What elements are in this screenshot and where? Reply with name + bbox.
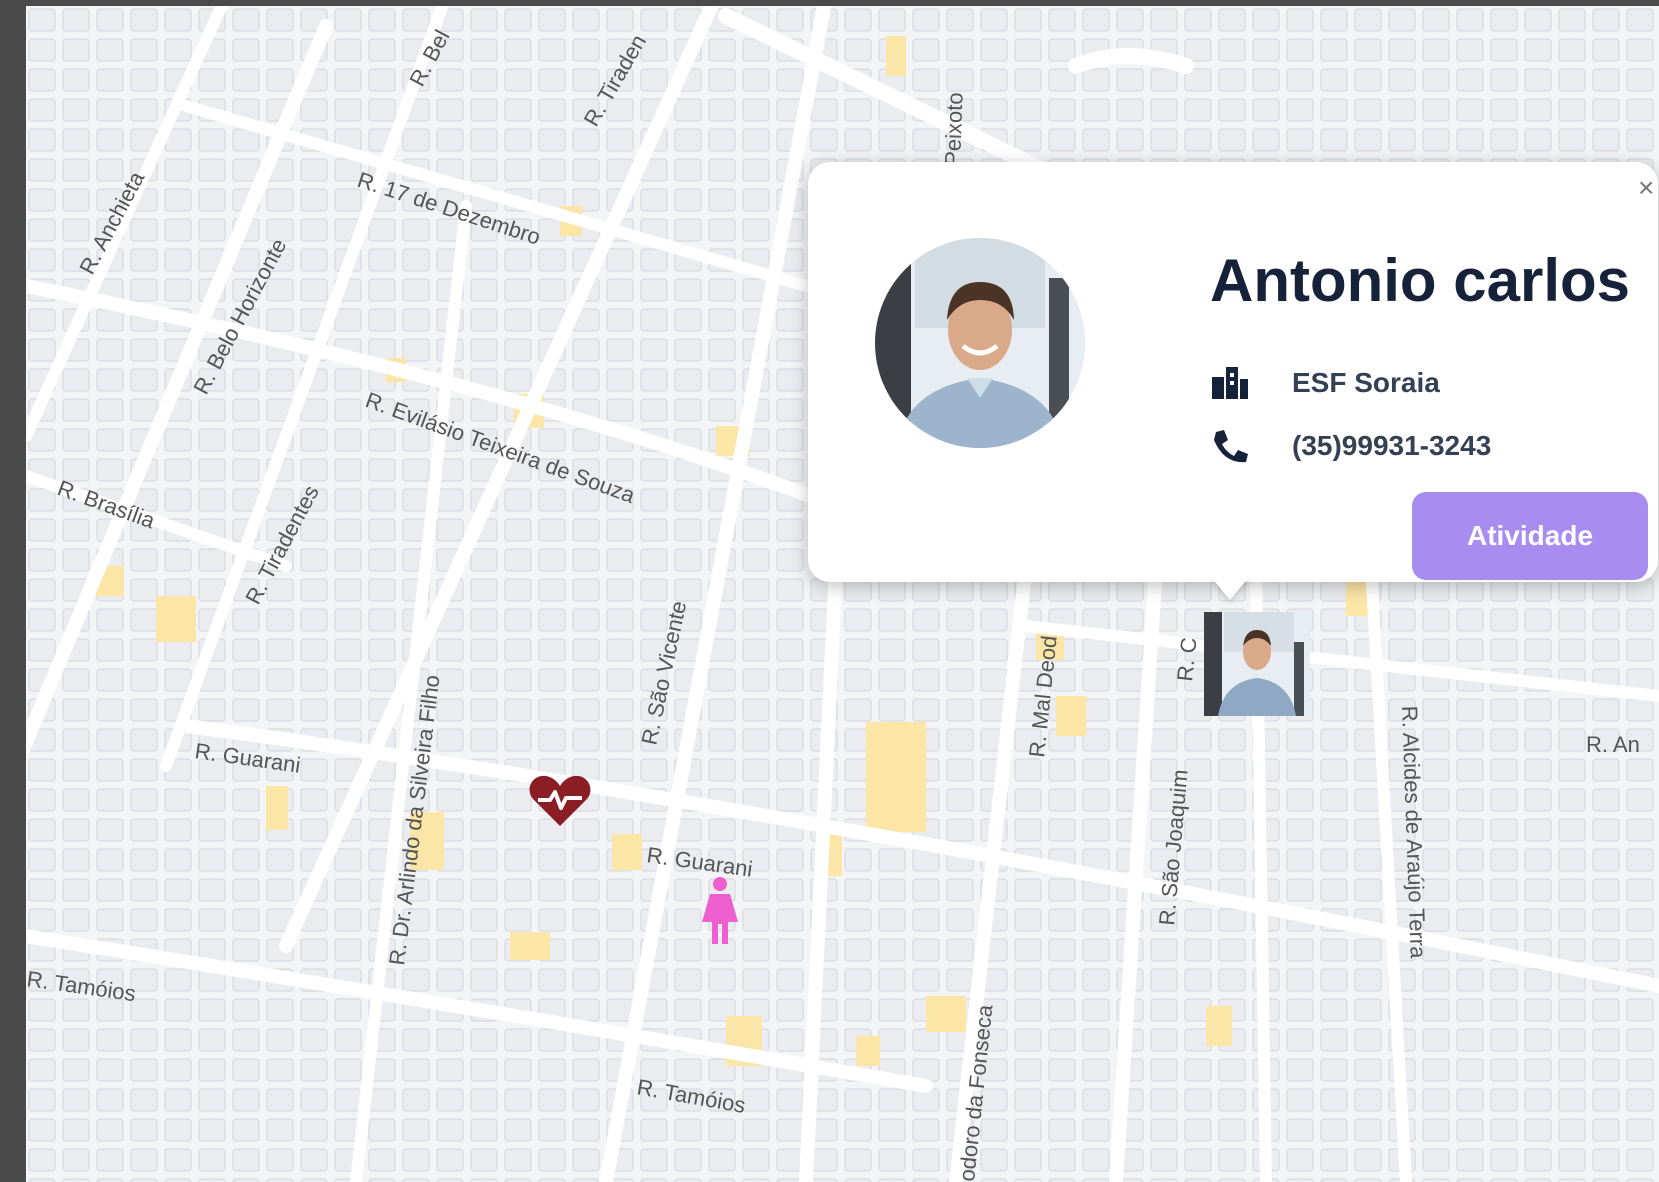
activity-button[interactable]: Atividade	[1412, 492, 1648, 580]
phone-icon	[1214, 430, 1248, 463]
street-label: R. An	[1586, 732, 1640, 757]
unit-name: ESF Soraia	[1292, 367, 1440, 398]
street-label: Peixoto	[940, 92, 968, 166]
heart-pulse-icon[interactable]	[528, 772, 592, 828]
avatar	[875, 238, 1085, 448]
female-person-icon[interactable]	[700, 876, 740, 946]
person-marker-photo[interactable]	[1204, 612, 1310, 716]
avatar-photo	[875, 238, 1085, 448]
close-icon[interactable]: ×	[1638, 172, 1654, 204]
popup-pointer	[1210, 576, 1250, 600]
person-name: Antonio carlos	[1210, 247, 1631, 314]
street-label: R. C	[1172, 636, 1201, 682]
unit-row: ESF Soraia	[1210, 365, 1440, 401]
phone-row: (35)99931-3243	[1210, 428, 1491, 464]
building-icon	[1212, 367, 1248, 399]
phone-number[interactable]: (35)99931-3243	[1292, 430, 1491, 462]
